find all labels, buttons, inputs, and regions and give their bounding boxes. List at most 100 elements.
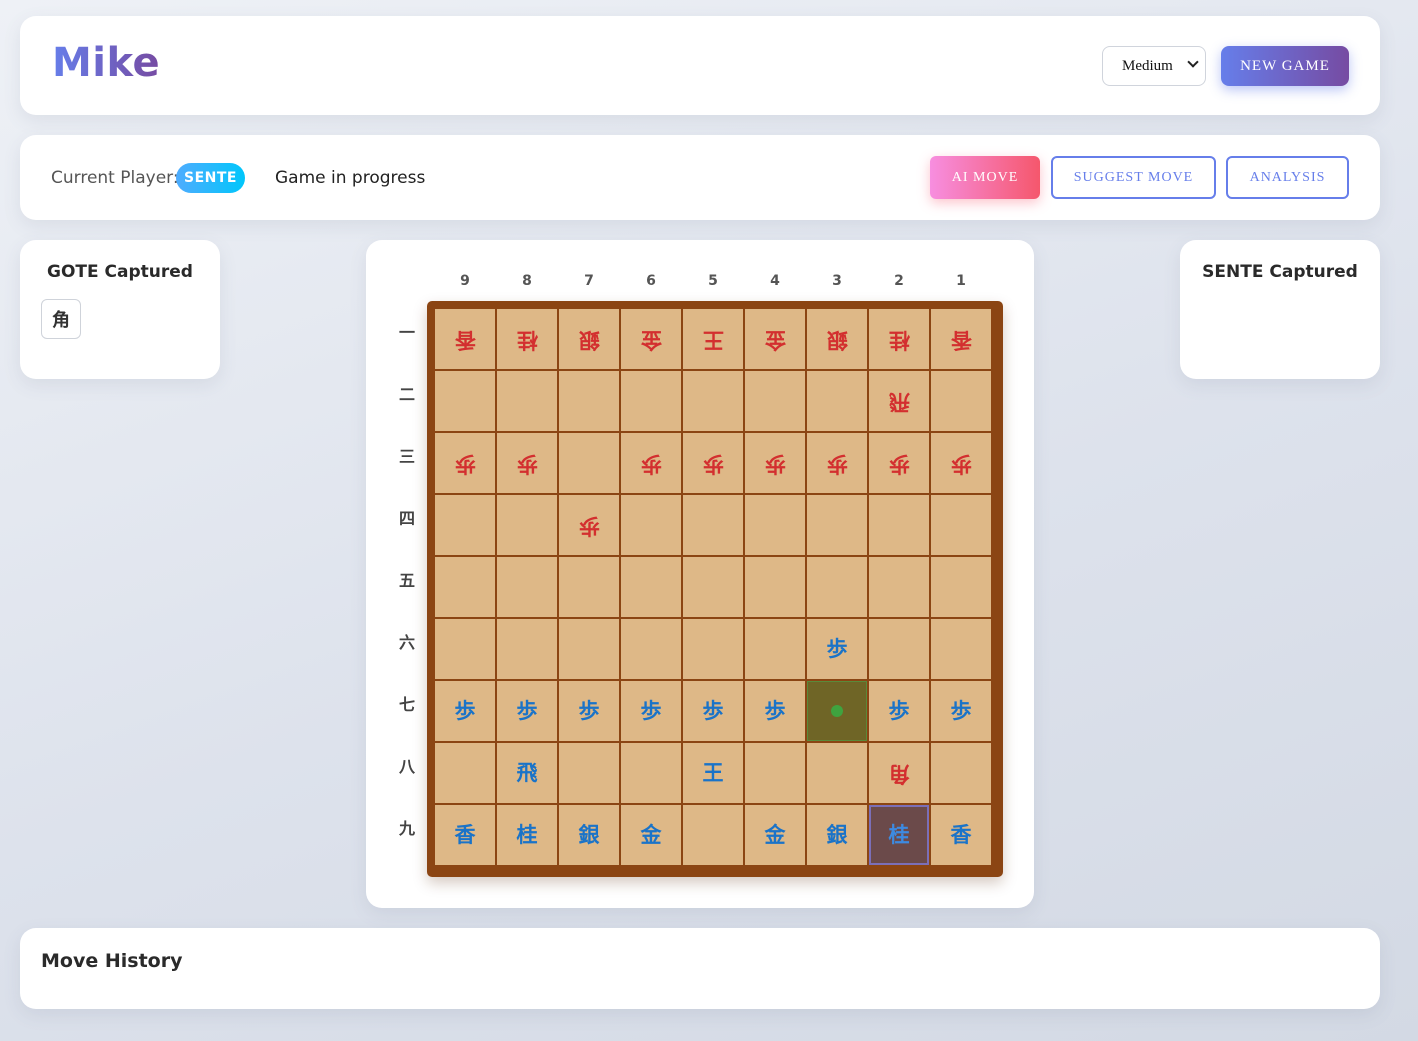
board-square[interactable] xyxy=(745,495,805,555)
gote-piece[interactable]: 銀 xyxy=(579,328,600,352)
gote-piece[interactable]: 歩 xyxy=(517,452,538,476)
sente-piece[interactable]: 歩 xyxy=(951,700,972,722)
board-square[interactable] xyxy=(931,743,991,803)
board-square[interactable]: 飛 xyxy=(497,743,557,803)
gote-piece[interactable]: 銀 xyxy=(827,328,848,352)
board-square[interactable] xyxy=(559,619,619,679)
difficulty-select[interactable]: Medium xyxy=(1102,46,1206,86)
gote-piece[interactable]: 王 xyxy=(703,328,724,352)
board-square[interactable] xyxy=(621,619,681,679)
board-square[interactable]: 王 xyxy=(683,309,743,369)
board-square[interactable]: 金 xyxy=(621,309,681,369)
board-square[interactable] xyxy=(807,557,867,617)
board-square[interactable]: 桂 xyxy=(869,309,929,369)
board-square[interactable]: 歩 xyxy=(745,433,805,493)
board-square[interactable]: 金 xyxy=(621,805,681,865)
board-square[interactable] xyxy=(931,495,991,555)
board-square[interactable]: 歩 xyxy=(931,433,991,493)
board-square[interactable] xyxy=(559,371,619,431)
gote-piece[interactable]: 飛 xyxy=(889,390,910,414)
board-square[interactable]: 歩 xyxy=(559,495,619,555)
board-square[interactable] xyxy=(683,371,743,431)
sente-piece[interactable]: 歩 xyxy=(579,700,600,722)
board-square[interactable] xyxy=(745,743,805,803)
board-square[interactable]: 香 xyxy=(931,309,991,369)
board-square[interactable]: 桂 xyxy=(497,805,557,865)
board-square[interactable] xyxy=(621,743,681,803)
gote-piece[interactable]: 歩 xyxy=(455,452,476,476)
board-square[interactable] xyxy=(621,371,681,431)
sente-piece[interactable]: 歩 xyxy=(765,700,786,722)
gote-piece[interactable]: 歩 xyxy=(889,452,910,476)
board-square[interactable] xyxy=(559,557,619,617)
board-square[interactable] xyxy=(435,619,495,679)
gote-piece[interactable]: 香 xyxy=(951,328,972,352)
sente-piece[interactable]: 歩 xyxy=(827,638,848,660)
sente-piece[interactable]: 歩 xyxy=(455,700,476,722)
sente-piece[interactable]: 歩 xyxy=(517,700,538,722)
board-square[interactable]: 銀 xyxy=(559,309,619,369)
gote-piece[interactable]: 歩 xyxy=(765,452,786,476)
board-square[interactable]: 香 xyxy=(435,309,495,369)
suggest-move-button[interactable]: SUGGEST MOVE xyxy=(1051,156,1216,199)
board-square[interactable] xyxy=(435,743,495,803)
board-square[interactable] xyxy=(621,495,681,555)
board-square[interactable] xyxy=(497,557,557,617)
board-square[interactable]: 歩 xyxy=(435,681,495,741)
board-square[interactable]: 金 xyxy=(745,309,805,369)
board-square[interactable] xyxy=(497,371,557,431)
board-square[interactable]: 歩 xyxy=(497,681,557,741)
sente-piece[interactable]: 金 xyxy=(641,824,662,846)
gote-piece[interactable]: 角 xyxy=(889,762,910,786)
gote-piece[interactable]: 香 xyxy=(455,328,476,352)
captured-piece[interactable]: 角 xyxy=(41,299,81,339)
sente-piece[interactable]: 香 xyxy=(951,824,972,846)
board-square[interactable] xyxy=(931,619,991,679)
gote-piece[interactable]: 歩 xyxy=(641,452,662,476)
ai-move-button[interactable]: AI MOVE xyxy=(930,156,1040,199)
board-square-last-move[interactable]: 桂 xyxy=(869,805,929,865)
board-square[interactable] xyxy=(497,495,557,555)
gote-piece[interactable]: 桂 xyxy=(889,328,910,352)
board-square[interactable] xyxy=(869,619,929,679)
board-square[interactable] xyxy=(683,557,743,617)
board-square[interactable]: 歩 xyxy=(931,681,991,741)
board-square[interactable] xyxy=(683,619,743,679)
gote-piece[interactable]: 歩 xyxy=(579,514,600,538)
board-square[interactable]: 角 xyxy=(869,743,929,803)
gote-piece[interactable]: 歩 xyxy=(703,452,724,476)
board-square[interactable] xyxy=(745,557,805,617)
board-square[interactable] xyxy=(683,495,743,555)
sente-piece[interactable]: 歩 xyxy=(641,700,662,722)
board-square-selected[interactable] xyxy=(807,681,867,741)
board-square[interactable] xyxy=(435,495,495,555)
gote-piece[interactable]: 歩 xyxy=(827,452,848,476)
board-square[interactable]: 歩 xyxy=(683,433,743,493)
board-square[interactable] xyxy=(435,557,495,617)
board-square[interactable]: 桂 xyxy=(497,309,557,369)
board-square[interactable] xyxy=(559,433,619,493)
board-square[interactable]: 歩 xyxy=(559,681,619,741)
board-square[interactable] xyxy=(931,371,991,431)
board-square[interactable]: 香 xyxy=(931,805,991,865)
board-square[interactable]: 歩 xyxy=(807,433,867,493)
board-square[interactable] xyxy=(807,743,867,803)
sente-piece[interactable]: 桂 xyxy=(889,824,910,846)
board-square[interactable] xyxy=(497,619,557,679)
board-square[interactable]: 銀 xyxy=(559,805,619,865)
board-square[interactable]: 銀 xyxy=(807,805,867,865)
board-square[interactable]: 歩 xyxy=(807,619,867,679)
board-square[interactable]: 歩 xyxy=(683,681,743,741)
board-square[interactable] xyxy=(745,619,805,679)
board-square[interactable]: 歩 xyxy=(621,681,681,741)
sente-piece[interactable]: 銀 xyxy=(827,824,848,846)
board-square[interactable]: 歩 xyxy=(869,433,929,493)
board-square[interactable]: 歩 xyxy=(745,681,805,741)
board-square[interactable]: 香 xyxy=(435,805,495,865)
sente-piece[interactable]: 金 xyxy=(765,824,786,846)
board-square[interactable] xyxy=(807,495,867,555)
board-square[interactable] xyxy=(621,557,681,617)
board-square[interactable]: 銀 xyxy=(807,309,867,369)
sente-piece[interactable]: 銀 xyxy=(579,824,600,846)
board-square[interactable] xyxy=(683,805,743,865)
